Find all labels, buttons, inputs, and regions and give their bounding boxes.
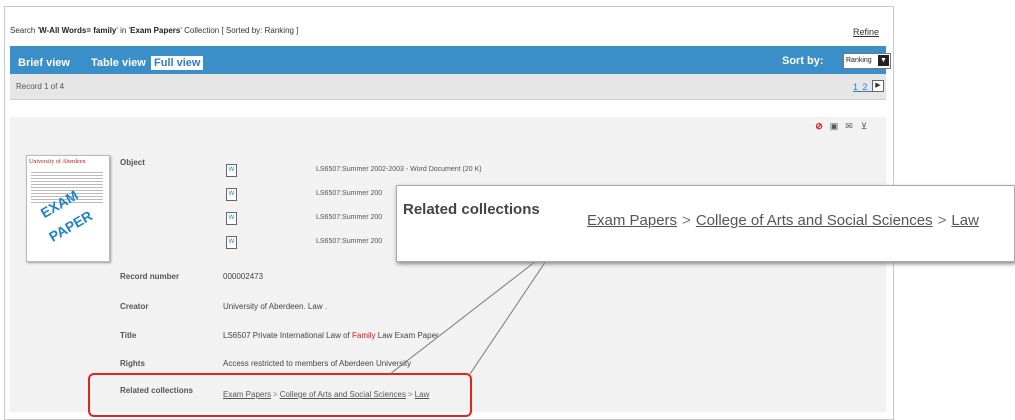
callout-leader-line <box>469 257 549 375</box>
breadcrumb-separator: > <box>682 212 691 229</box>
callout-related-value: Exam Papers > College of Arts and Social S… <box>587 212 979 229</box>
callout-link-exam-papers[interactable]: Exam Papers <box>587 212 677 229</box>
callout-leader-line <box>389 257 541 375</box>
breadcrumb-separator: > <box>937 212 947 229</box>
callout-related-label: Related collections <box>403 201 540 218</box>
callout-link-law[interactable]: Law <box>951 212 979 229</box>
callout-link-college[interactable]: College of Arts and Social Sciences <box>696 212 933 229</box>
related-collections-zoom-callout: Related collections Exam Papers > College … <box>396 185 1015 262</box>
